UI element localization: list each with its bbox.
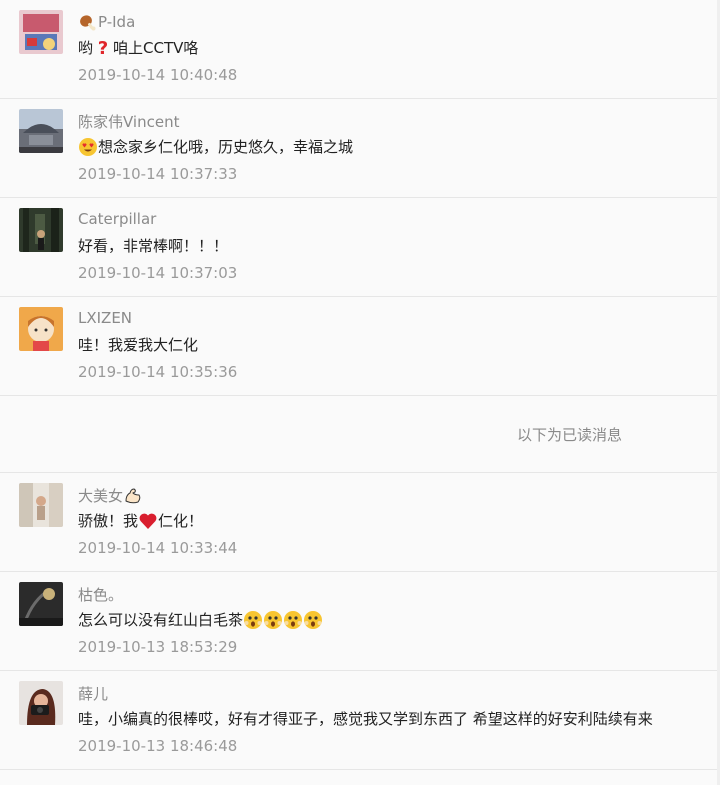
comment-timestamp: 2019-10-13 18:46:48 xyxy=(78,737,238,755)
comment-item: LXIZEN 哇！我爱我大仁化 2019-10-14 10:35:36 xyxy=(0,297,720,396)
comment-text: 哇，小编真的很棒哎，好有才得亚子，感觉我又学到东西了 希望这样的好安利陆续有来 xyxy=(78,710,653,728)
comment-timestamp: 2019-10-13 18:53:29 xyxy=(78,638,238,656)
commenter-name: 薛儿 xyxy=(78,685,109,703)
comment-text: 好看，非常棒啊！！！ xyxy=(78,237,229,255)
flexed-biceps-icon xyxy=(123,486,143,506)
comment-item: 陈家伟Vincent 想念家乡仁化哦，历史悠久，幸福之城 2019-10-14 … xyxy=(0,99,720,198)
commenter-name: 大美女 xyxy=(78,485,143,506)
avatar[interactable] xyxy=(19,582,63,626)
comment-text: 哟 ? 咱上CCTV咯 xyxy=(78,37,199,58)
divider-label: 以下为已读消息 xyxy=(516,426,622,444)
avatar[interactable] xyxy=(19,307,63,351)
comment-item: 枯色。 怎么可以没有红山白毛茶 2019-10-13 18:53:29 xyxy=(0,572,720,671)
comment-text: 怎么可以没有红山白毛茶 xyxy=(78,609,323,630)
avatar[interactable] xyxy=(19,109,63,153)
comment-text: 骄傲！我 仁化！ xyxy=(78,511,204,531)
comment-timestamp: 2019-10-14 10:37:03 xyxy=(78,264,238,282)
heart-eyes-emoji-icon xyxy=(78,137,98,157)
commenter-name: 枯色。 xyxy=(78,586,124,604)
red-heart-icon xyxy=(138,511,158,531)
comment-text: 想念家乡仁化哦，历史悠久，幸福之城 xyxy=(78,136,353,157)
comment-text: 哇！我爱我大仁化 xyxy=(78,336,199,354)
read-messages-divider: 以下为已读消息 xyxy=(0,396,720,473)
comment-item: 大美女 骄傲！我 仁化！ 2019-10-14 10:33:44 xyxy=(0,473,720,572)
comment-item: 薛儿 哇，小编真的很棒哎，好有才得亚子，感觉我又学到东西了 希望这样的好安利陆续… xyxy=(0,671,720,770)
commenter-name: LXIZEN xyxy=(78,309,133,327)
avatar[interactable] xyxy=(19,208,63,252)
avatar[interactable] xyxy=(19,10,63,54)
avatar[interactable] xyxy=(19,483,63,527)
comment-timestamp: 2019-10-14 10:35:36 xyxy=(78,363,238,381)
drumstick-icon xyxy=(78,12,98,32)
commenter-name: Caterpillar xyxy=(78,210,157,228)
comment-item: Caterpillar 好看，非常棒啊！！！ 2019-10-14 10:37:… xyxy=(0,198,720,297)
red-question-mark-icon: ? xyxy=(93,38,113,58)
comment-item: P-Ida 哟 ? 咱上CCTV咯 2019-10-14 10:40:48 xyxy=(0,0,720,99)
shocked-face-emoji-icon xyxy=(283,610,303,630)
svg-text:?: ? xyxy=(98,38,108,58)
comment-timestamp: 2019-10-14 10:40:48 xyxy=(78,66,238,84)
shocked-face-emoji-icon xyxy=(243,610,263,630)
comment-list: P-Ida 哟 ? 咱上CCTV咯 2019-10-14 10:40:48 陈家… xyxy=(0,0,720,770)
comment-timestamp: 2019-10-14 10:37:33 xyxy=(78,165,238,183)
commenter-name: 陈家伟Vincent xyxy=(78,113,180,131)
shocked-face-emoji-icon xyxy=(303,610,323,630)
shocked-face-emoji-icon xyxy=(263,610,283,630)
comment-timestamp: 2019-10-14 10:33:44 xyxy=(78,539,238,557)
commenter-name: P-Ida xyxy=(78,12,135,32)
avatar[interactable] xyxy=(19,681,63,725)
